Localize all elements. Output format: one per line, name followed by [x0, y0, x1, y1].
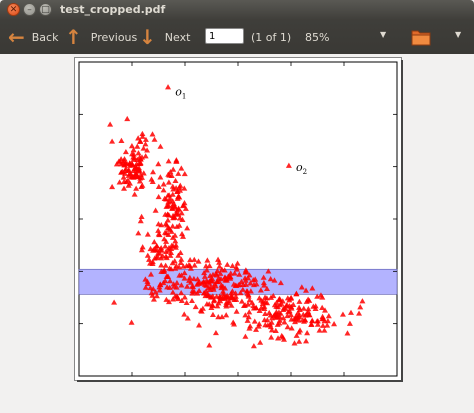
zoom-dropdown-icon[interactable]: ▼	[380, 30, 386, 39]
pdf-page: o1 o2	[75, 58, 401, 380]
window-titlebar: ✕ – □ test_cropped.pdf	[0, 0, 474, 20]
arrow-left-icon: ←	[8, 25, 25, 49]
maximize-icon[interactable]: □	[39, 3, 52, 16]
close-icon[interactable]: ✕	[7, 3, 20, 16]
next-button[interactable]: ↓ Next	[139, 20, 190, 54]
plot-frame	[78, 61, 398, 377]
arrow-down-icon: ↓	[139, 25, 156, 49]
zoom-select[interactable]: 85%	[305, 20, 329, 54]
minimize-icon[interactable]: –	[23, 3, 36, 16]
page-count: (1 of 1)	[251, 30, 292, 44]
zoom-value: 85%	[305, 30, 330, 44]
folder-dropdown-icon[interactable]: ▼	[455, 30, 461, 39]
scatter-plot: o1o2	[78, 61, 398, 377]
arrow-up-icon: ↑	[65, 25, 82, 49]
folder-icon[interactable]	[411, 28, 431, 50]
previous-label: Previous	[90, 30, 138, 44]
previous-button[interactable]: ↑ Previous	[65, 20, 137, 54]
next-label: Next	[164, 30, 191, 44]
back-label: Back	[31, 30, 59, 44]
back-button[interactable]: ← Back	[8, 20, 58, 54]
page-number-input[interactable]	[205, 28, 244, 44]
window-title: test_cropped.pdf	[60, 3, 166, 16]
highlight-band	[78, 268, 398, 295]
